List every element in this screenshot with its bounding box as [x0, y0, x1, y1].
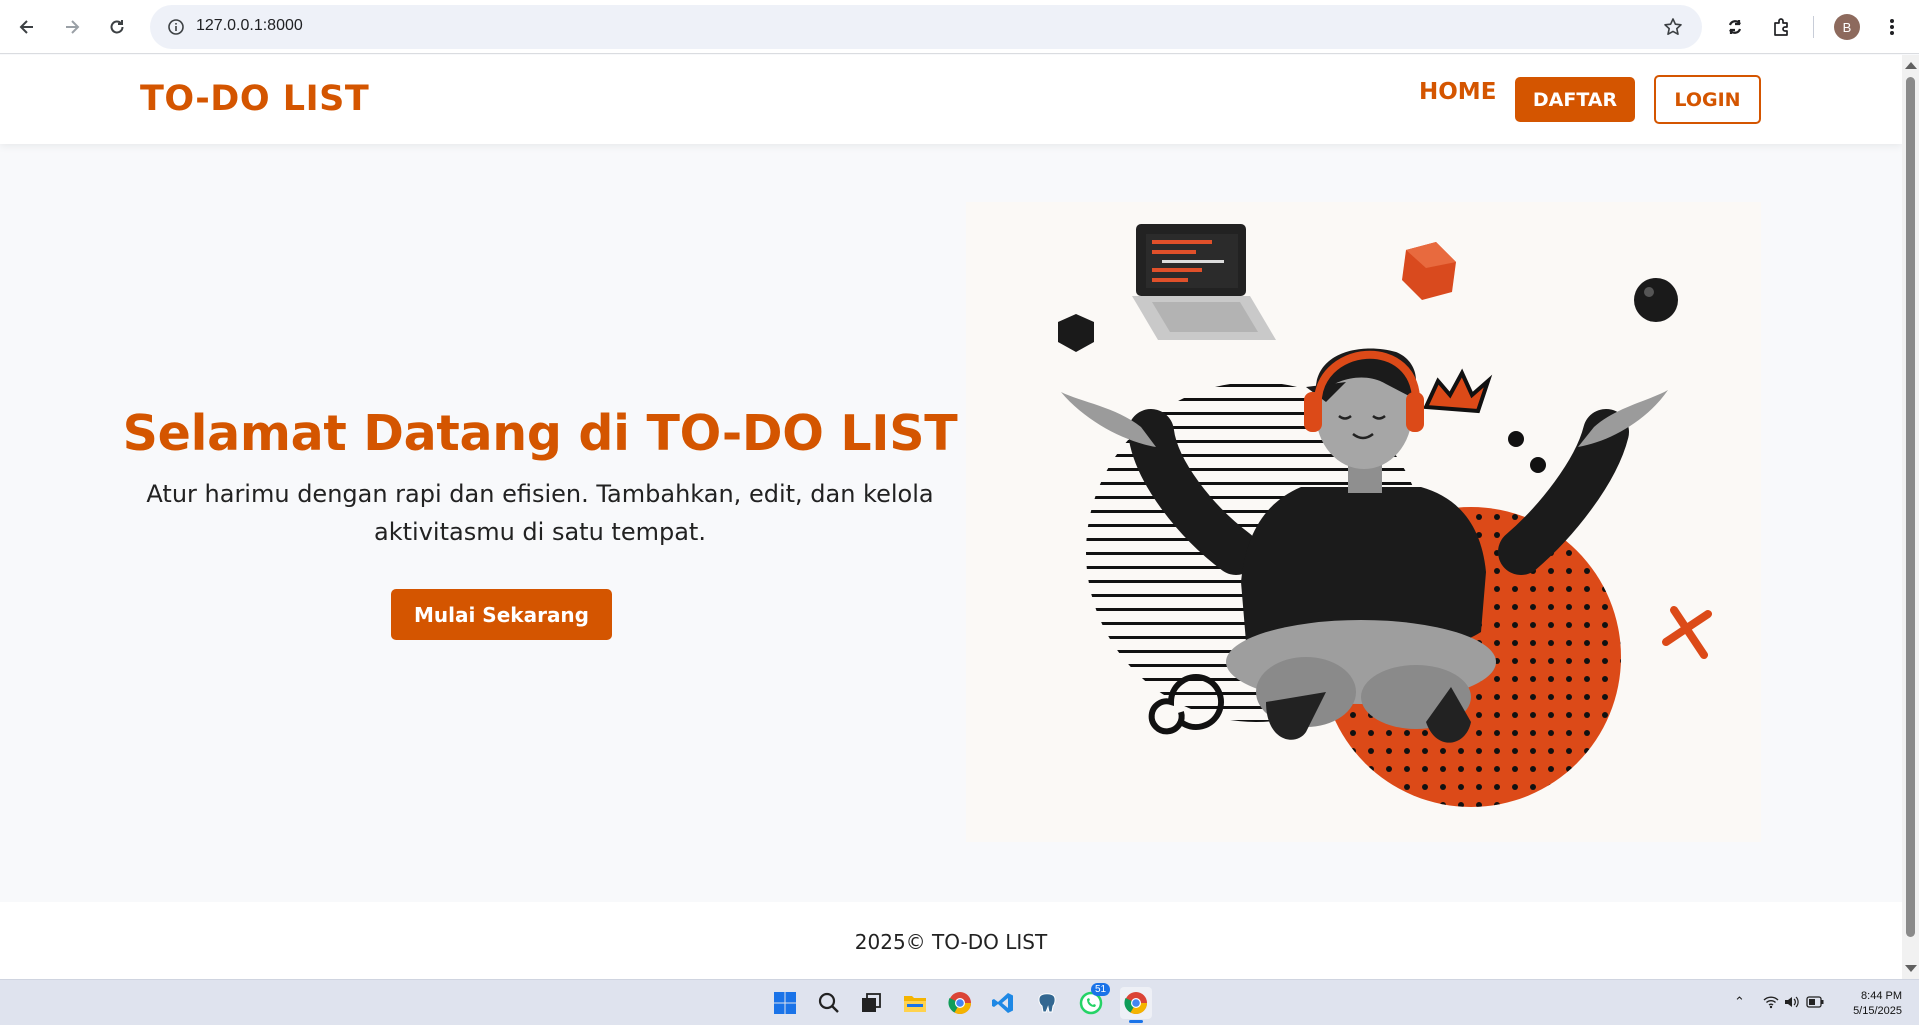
vscode-icon	[992, 993, 1013, 1013]
nav-home-link[interactable]: HOME	[1419, 79, 1496, 105]
back-icon	[19, 20, 33, 34]
volume-icon[interactable]	[1784, 995, 1800, 1009]
site-header: TO-DO LIST HOME DAFTAR LOGIN	[0, 55, 1902, 144]
windows-logo-icon	[774, 992, 796, 1014]
avatar: B	[1834, 14, 1860, 40]
elephant-icon	[1038, 993, 1056, 1013]
clock-date: 5/15/2025	[1853, 1005, 1902, 1017]
forward-button[interactable]	[54, 9, 90, 45]
whatsapp-badge: 51	[1091, 983, 1111, 996]
toolbar-separator	[1813, 16, 1814, 38]
meditating-person-illustration	[1058, 224, 1712, 807]
back-button[interactable]	[9, 9, 45, 45]
scroll-down-arrow-icon[interactable]	[1905, 965, 1917, 972]
bookmark-button[interactable]	[1658, 12, 1688, 42]
daftar-button[interactable]: DAFTAR	[1515, 77, 1635, 122]
footer-copyright: 2025© TO-DO LIST	[854, 930, 1048, 954]
task-view-icon	[862, 993, 881, 1012]
search-icon	[818, 992, 839, 1013]
hero-illustration	[966, 202, 1761, 842]
forward-icon	[66, 20, 80, 34]
active-indicator	[1129, 1020, 1143, 1023]
system-clock[interactable]: 8:44 PM 5/15/2025	[1853, 989, 1902, 1019]
site-footer: 2025© TO-DO LIST	[0, 902, 1902, 979]
windows-taskbar: 51 ⌃ 8:44 PM 5/15/2025	[0, 979, 1919, 1025]
scroll-thumb[interactable]	[1906, 77, 1915, 937]
site-info-icon	[168, 19, 184, 35]
browser-toolbar: 127.0.0.1:8000 B	[0, 0, 1919, 54]
wifi-icon[interactable]	[1763, 995, 1779, 1009]
site-info-button[interactable]	[158, 9, 194, 45]
taskbar-search[interactable]	[813, 987, 845, 1019]
postgres-taskbar-button[interactable]	[1031, 987, 1063, 1019]
brand-logo[interactable]: TO-DO LIST	[140, 79, 369, 119]
reload-button[interactable]	[99, 9, 135, 45]
extensions-icon	[1774, 18, 1788, 36]
chrome-menu-button[interactable]	[1874, 9, 1910, 45]
extensions-button[interactable]	[1763, 9, 1799, 45]
url-text[interactable]: 127.0.0.1:8000	[196, 17, 303, 35]
hero-title: Selamat Datang di TO-DO LIST	[122, 405, 958, 462]
folder-icon	[904, 996, 926, 1012]
chrome-taskbar-button[interactable]	[944, 987, 976, 1019]
scroll-up-arrow-icon[interactable]	[1905, 62, 1917, 69]
profile-button[interactable]: B	[1829, 9, 1865, 45]
star-icon	[1664, 18, 1682, 35]
chrome-profile-taskbar-button[interactable]	[1120, 987, 1152, 1023]
start-button[interactable]: Mulai Sekarang	[391, 589, 612, 640]
reload-icon	[110, 20, 124, 34]
sync-button[interactable]	[1717, 9, 1753, 45]
login-button[interactable]: LOGIN	[1654, 75, 1761, 124]
chrome-icon	[948, 992, 971, 1014]
page-viewport: TO-DO LIST HOME DAFTAR LOGIN Selamat Dat…	[0, 55, 1902, 979]
clock-time: 8:44 PM	[1861, 990, 1902, 1002]
hero-subtitle: Atur harimu dengan rapi dan efisien. Tam…	[146, 480, 934, 546]
task-view-button[interactable]	[855, 987, 887, 1019]
start-button[interactable]	[769, 987, 801, 1019]
address-bar[interactable]: 127.0.0.1:8000	[150, 5, 1702, 49]
file-explorer-button[interactable]	[899, 987, 931, 1019]
chrome-icon	[1124, 992, 1147, 1014]
tray-overflow-icon[interactable]: ⌃	[1734, 995, 1745, 1010]
whatsapp-taskbar-button[interactable]: 51	[1075, 983, 1111, 1019]
battery-icon[interactable]	[1806, 996, 1824, 1008]
page-scrollbar[interactable]	[1902, 55, 1919, 979]
vscode-taskbar-button[interactable]	[987, 987, 1019, 1019]
menu-icon	[1890, 19, 1894, 35]
sync-icon	[1728, 20, 1742, 34]
